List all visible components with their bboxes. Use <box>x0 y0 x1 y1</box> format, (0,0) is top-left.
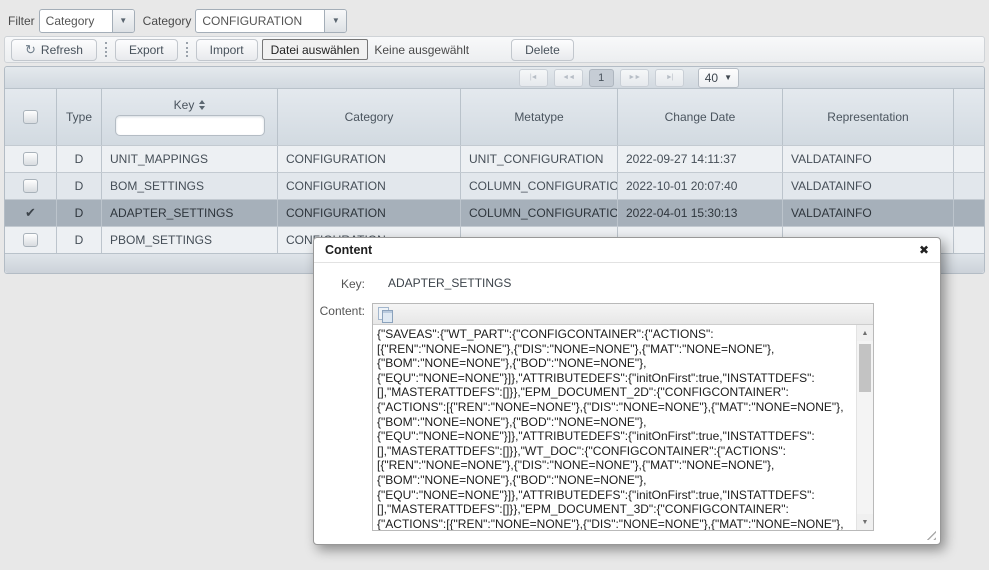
category-label: Category <box>143 14 192 28</box>
refresh-icon: ↻ <box>25 43 36 56</box>
file-choose-button[interactable]: Datei auswählen <box>262 39 369 60</box>
cell-category: CONFIGURATION <box>278 146 461 172</box>
cell-change-date: 2022-09-27 14:11:37 <box>618 146 783 172</box>
paginator: |◄ ◄◄ 1 ►► ►| 40 ▼ <box>5 67 984 89</box>
cell-type: D <box>57 173 102 199</box>
row-checkbox[interactable] <box>23 233 38 247</box>
content-scrollbar[interactable]: ▲ ▼ <box>856 325 873 530</box>
chevron-down-icon: ▼ <box>332 16 340 25</box>
header-category: Category <box>278 89 461 145</box>
dialog-title-bar[interactable]: Content ✖ <box>314 238 940 263</box>
dialog-body: Key: ADAPTER_SETTINGS Content: {"SAVEAS"… <box>314 263 940 531</box>
content-dialog: Content ✖ Key: ADAPTER_SETTINGS Content:… <box>313 237 941 545</box>
current-page-button[interactable]: 1 <box>589 69 614 87</box>
toolbar: ↻ Refresh Export Import Datei auswählen … <box>4 36 985 63</box>
dialog-title: Content <box>325 243 372 257</box>
page-size-value: 40 <box>705 71 718 85</box>
close-icon[interactable]: ✖ <box>919 244 929 256</box>
cell-spacer <box>954 227 984 253</box>
app-screen: Filter Category ▼ Category CONFIGURATION… <box>0 0 989 570</box>
table-row[interactable]: D BOM_SETTINGS CONFIGURATION COLUMN_CONF… <box>5 172 984 199</box>
filter-label: Filter <box>8 14 35 28</box>
header-metatype: Metatype <box>461 89 618 145</box>
next-page-button[interactable]: ►► <box>620 69 649 87</box>
last-page-button[interactable]: ►| <box>655 69 684 87</box>
header-select-all-cell <box>5 89 57 145</box>
category-dropdown-button[interactable]: ▼ <box>324 10 346 32</box>
content-label: Content: <box>319 303 365 318</box>
header-key[interactable]: Key <box>102 89 278 145</box>
delete-button[interactable]: Delete <box>511 39 574 61</box>
content-text: {"SAVEAS":{"WT_PART":{"CONFIGCONTAINER":… <box>373 325 855 530</box>
scrollbar-thumb[interactable] <box>859 344 871 392</box>
cell-change-date: 2022-10-01 20:07:40 <box>618 173 783 199</box>
content-textarea[interactable]: {"SAVEAS":{"WT_PART":{"CONFIGCONTAINER":… <box>373 325 873 530</box>
header-change-date: Change Date <box>618 89 783 145</box>
cell-type: D <box>57 200 102 226</box>
scroll-up-icon[interactable]: ▲ <box>857 325 873 341</box>
category-dropdown[interactable]: CONFIGURATION ▼ <box>195 9 347 33</box>
header-spacer <box>954 89 984 145</box>
key-row: Key: ADAPTER_SETTINGS <box>319 276 940 291</box>
previous-page-button[interactable]: ◄◄ <box>554 69 583 87</box>
first-page-button[interactable]: |◄ <box>519 69 548 87</box>
cell-spacer <box>954 200 984 226</box>
import-button[interactable]: Import <box>196 39 258 61</box>
cell-type: D <box>57 146 102 172</box>
cell-category: CONFIGURATION <box>278 173 461 199</box>
cell-spacer <box>954 146 984 172</box>
chevron-down-icon: ▼ <box>119 16 127 25</box>
content-row: Content: {"SAVEAS":{"WT_PART":{"CONFIGCO… <box>319 303 940 531</box>
chevron-down-icon: ▼ <box>724 73 732 82</box>
cell-metatype: UNIT_CONFIGURATION <box>461 146 618 172</box>
cell-metatype: COLUMN_CONFIGURATION <box>461 173 618 199</box>
cell-representation: VALDATAINFO <box>783 173 954 199</box>
cell-change-date: 2022-04-01 15:30:13 <box>618 200 783 226</box>
sort-icon[interactable] <box>199 100 205 110</box>
filter-bar: Filter Category ▼ Category CONFIGURATION… <box>8 8 355 33</box>
table-header: Type Key Category Metatype Change Date R… <box>5 89 984 145</box>
content-panel: {"SAVEAS":{"WT_PART":{"CONFIGCONTAINER":… <box>372 303 874 531</box>
cell-metatype: COLUMN_CONFIGURATION <box>461 200 618 226</box>
key-filter-input[interactable] <box>115 115 265 136</box>
cell-type: D <box>57 227 102 253</box>
key-value: ADAPTER_SETTINGS <box>388 276 511 290</box>
header-key-label: Key <box>174 98 195 112</box>
content-panel-toolbar <box>373 304 873 325</box>
filter-type-dropdown[interactable]: Category ▼ <box>39 9 135 33</box>
header-representation: Representation <box>783 89 954 145</box>
check-icon[interactable]: ✔ <box>25 205 36 221</box>
key-label: Key: <box>319 276 365 291</box>
copy-icon[interactable] <box>378 307 393 321</box>
refresh-button[interactable]: ↻ Refresh <box>11 39 97 61</box>
table-row[interactable]: D UNIT_MAPPINGS CONFIGURATION UNIT_CONFI… <box>5 145 984 172</box>
cell-representation: VALDATAINFO <box>783 146 954 172</box>
filter-type-dropdown-button[interactable]: ▼ <box>112 10 134 32</box>
export-button[interactable]: Export <box>115 39 178 61</box>
toolbar-separator <box>105 42 107 57</box>
category-value: CONFIGURATION <box>196 10 324 32</box>
header-type: Type <box>57 89 102 145</box>
table-row-selected[interactable]: ✔ D ADAPTER_SETTINGS CONFIGURATION COLUM… <box>5 199 984 226</box>
cell-key: UNIT_MAPPINGS <box>102 146 278 172</box>
cell-key: PBOM_SETTINGS <box>102 227 278 253</box>
cell-key: BOM_SETTINGS <box>102 173 278 199</box>
cell-representation: VALDATAINFO <box>783 200 954 226</box>
refresh-label: Refresh <box>41 43 83 57</box>
filter-type-value: Category <box>40 10 112 32</box>
scroll-down-icon[interactable]: ▼ <box>857 514 873 530</box>
cell-key: ADAPTER_SETTINGS <box>102 200 278 226</box>
row-checkbox[interactable] <box>23 152 38 166</box>
file-status-text: Keine ausgewählt <box>374 43 469 57</box>
cell-category: CONFIGURATION <box>278 200 461 226</box>
toolbar-separator <box>186 42 188 57</box>
select-all-checkbox[interactable] <box>23 110 38 124</box>
cell-spacer <box>954 173 984 199</box>
row-checkbox[interactable] <box>23 179 38 193</box>
page-size-select[interactable]: 40 ▼ <box>698 68 739 88</box>
